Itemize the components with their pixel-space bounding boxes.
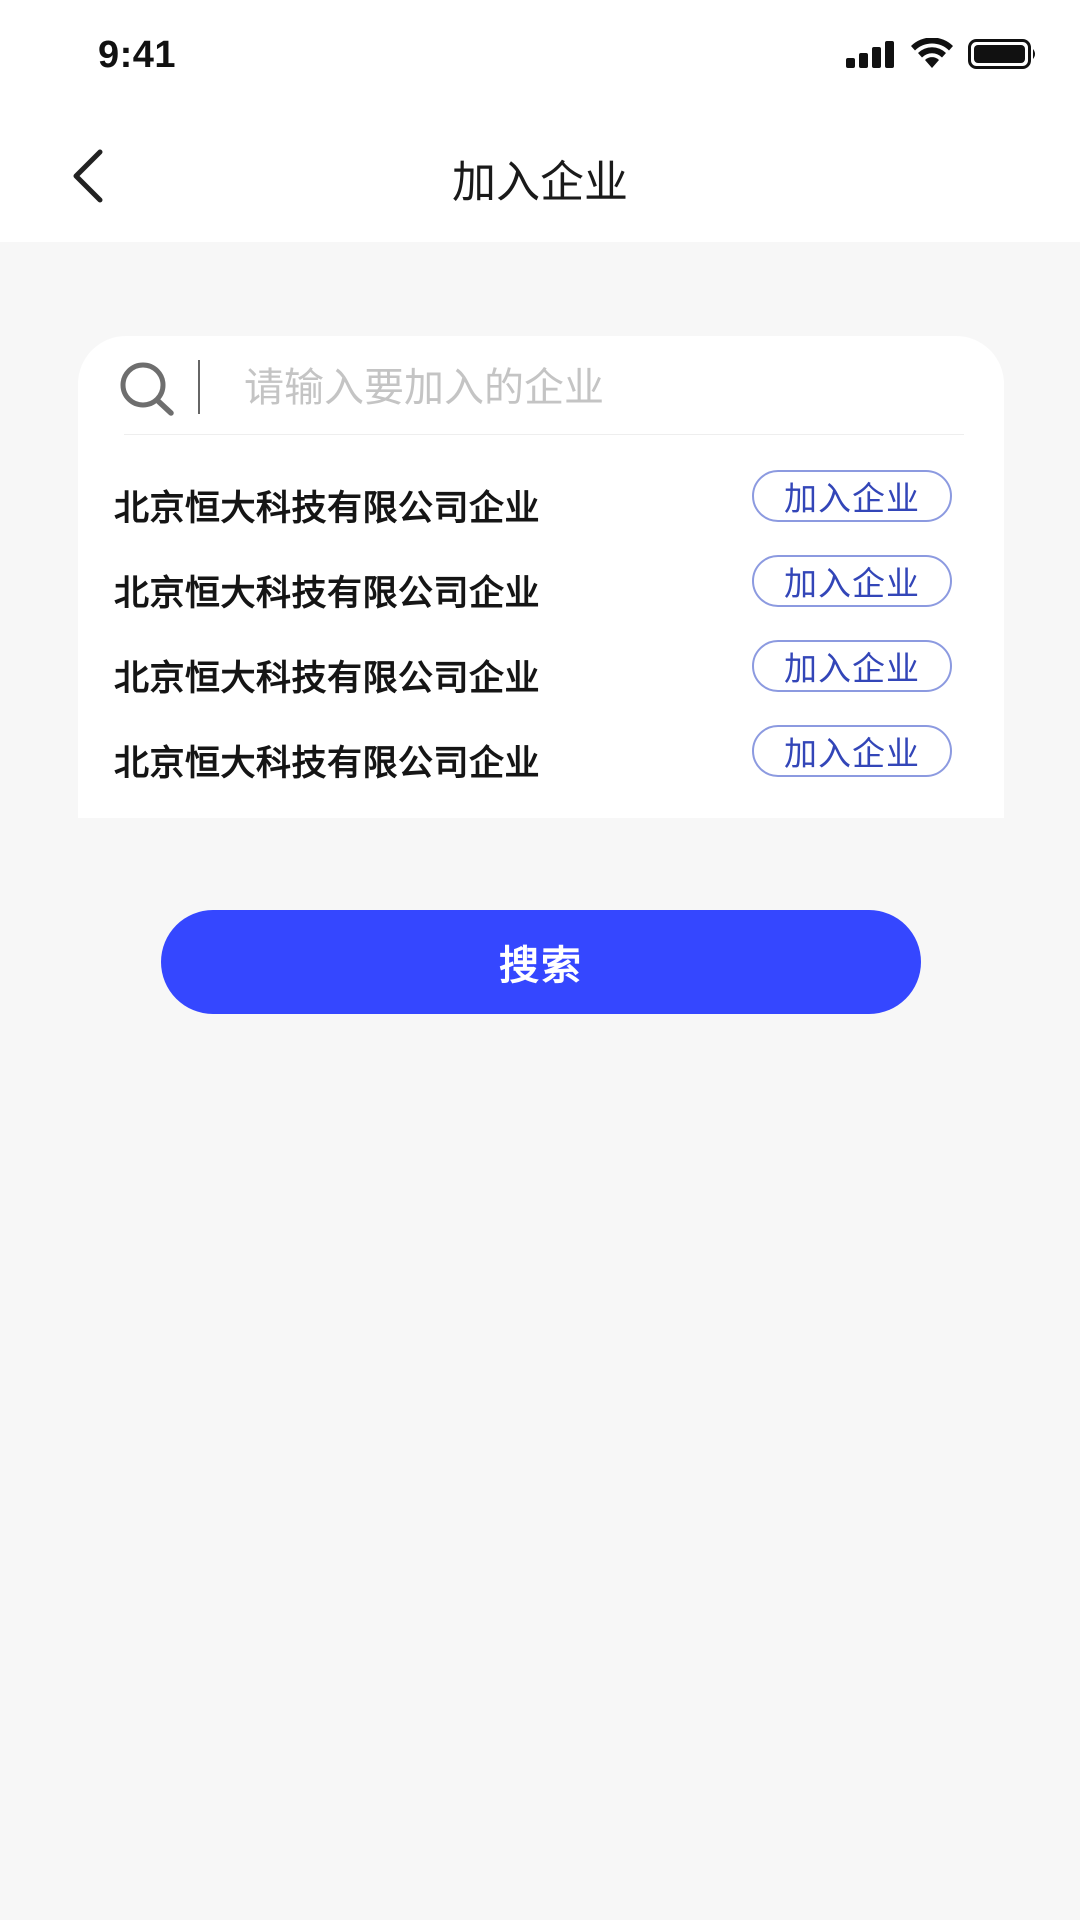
wifi-icon bbox=[911, 38, 953, 68]
status-time: 9:41 bbox=[98, 34, 177, 76]
company-name: 北京恒大科技有限公司企业 bbox=[114, 659, 541, 699]
input-cursor bbox=[198, 360, 200, 414]
company-name: 北京恒大科技有限公司企业 bbox=[114, 744, 541, 784]
company-list: 北京恒大科技有限公司企业 加入企业 北京恒大科技有限公司企业 加入企业 北京恒大… bbox=[78, 470, 1004, 810]
search-input[interactable] bbox=[244, 358, 944, 418]
list-item: 北京恒大科技有限公司企业 加入企业 bbox=[78, 555, 1004, 640]
search-divider-line bbox=[124, 434, 964, 435]
battery-icon bbox=[968, 39, 1035, 69]
join-company-button[interactable]: 加入企业 bbox=[752, 725, 952, 777]
company-name: 北京恒大科技有限公司企业 bbox=[114, 574, 541, 614]
search-button[interactable]: 搜索 bbox=[161, 910, 921, 1014]
join-company-button[interactable]: 加入企业 bbox=[752, 640, 952, 692]
search-icon bbox=[120, 362, 174, 416]
status-bar: 9:41 bbox=[0, 0, 1080, 110]
list-item: 北京恒大科技有限公司企业 加入企业 bbox=[78, 640, 1004, 725]
list-item: 北京恒大科技有限公司企业 加入企业 bbox=[78, 470, 1004, 555]
cellular-signal-icon bbox=[846, 41, 894, 68]
join-company-button[interactable]: 加入企业 bbox=[752, 555, 952, 607]
join-company-button[interactable]: 加入企业 bbox=[752, 470, 952, 522]
company-name: 北京恒大科技有限公司企业 bbox=[114, 489, 541, 529]
list-item: 北京恒大科技有限公司企业 加入企业 bbox=[78, 725, 1004, 810]
search-bar bbox=[78, 336, 1004, 436]
page-title: 加入企业 bbox=[452, 157, 628, 208]
status-icons bbox=[846, 38, 1038, 70]
search-card: 北京恒大科技有限公司企业 加入企业 北京恒大科技有限公司企业 加入企业 北京恒大… bbox=[78, 336, 1004, 818]
nav-bar: 加入企业 bbox=[0, 110, 1080, 242]
